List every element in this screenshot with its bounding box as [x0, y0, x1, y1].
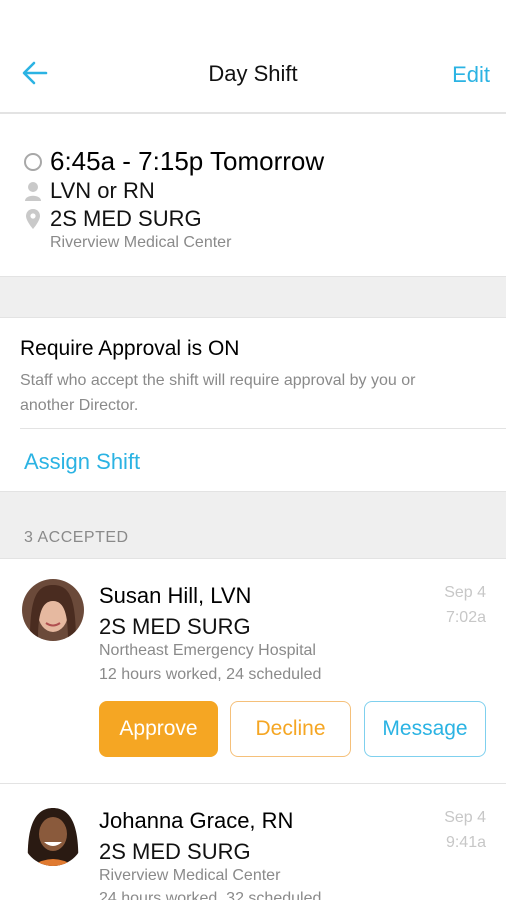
shift-role: LVN or RN — [50, 178, 155, 203]
section-divider — [0, 276, 506, 318]
shift-location-row: 2S MED SURG — [22, 206, 202, 232]
avatar — [22, 579, 84, 641]
clock-icon — [22, 151, 44, 173]
staff-name: Johanna Grace, RN — [99, 808, 294, 833]
accepted-section-label: 3 ACCEPTED — [24, 529, 129, 546]
shift-unit: 2S MED SURG — [50, 206, 202, 231]
accepted-time: 7:02a — [445, 609, 486, 626]
staff-hours: 24 hours worked, 32 scheduled — [99, 890, 322, 900]
staff-facility: Riverview Medical Center — [99, 867, 281, 884]
accepted-time: 9:41a — [445, 834, 486, 851]
section-divider — [0, 491, 506, 559]
avatar — [22, 804, 84, 866]
approve-button[interactable]: Approve — [99, 701, 218, 757]
approval-title-suffix: is — [181, 337, 208, 360]
person-icon — [22, 180, 44, 202]
location-pin-icon — [22, 208, 44, 230]
staff-unit: 2S MED SURG — [99, 839, 251, 864]
edit-button[interactable]: Edit — [452, 62, 490, 88]
staff-hours: 12 hours worked, 24 scheduled — [99, 666, 322, 683]
staff-facility: Northeast Emergency Hospital — [99, 642, 316, 659]
decline-button[interactable]: Decline — [230, 701, 351, 757]
approval-description: Staff who accept the shift will require … — [20, 372, 416, 414]
nav-bar: Day Shift Edit — [0, 0, 506, 114]
page-title: Day Shift — [208, 61, 298, 86]
shift-time: 6:45a - 7:15p Tomorrow — [50, 146, 325, 176]
approval-title: Require Approval is ON — [20, 337, 239, 361]
staff-unit: 2S MED SURG — [99, 614, 251, 639]
shift-role-row: LVN or RN — [22, 178, 155, 204]
divider — [20, 428, 506, 429]
accepted-date: Sep 4 — [444, 809, 486, 826]
staff-name: Susan Hill, LVN — [99, 583, 252, 608]
approval-title-prefix: Require Approval — [20, 337, 182, 360]
shift-time-row: 6:45a - 7:15p Tomorrow — [22, 146, 324, 177]
approval-status: ON — [207, 337, 240, 360]
message-button[interactable]: Message — [364, 701, 486, 757]
accepted-date: Sep 4 — [444, 584, 486, 601]
shift-facility: Riverview Medical Center — [50, 234, 232, 251]
assign-shift-link[interactable]: Assign Shift — [24, 449, 140, 475]
